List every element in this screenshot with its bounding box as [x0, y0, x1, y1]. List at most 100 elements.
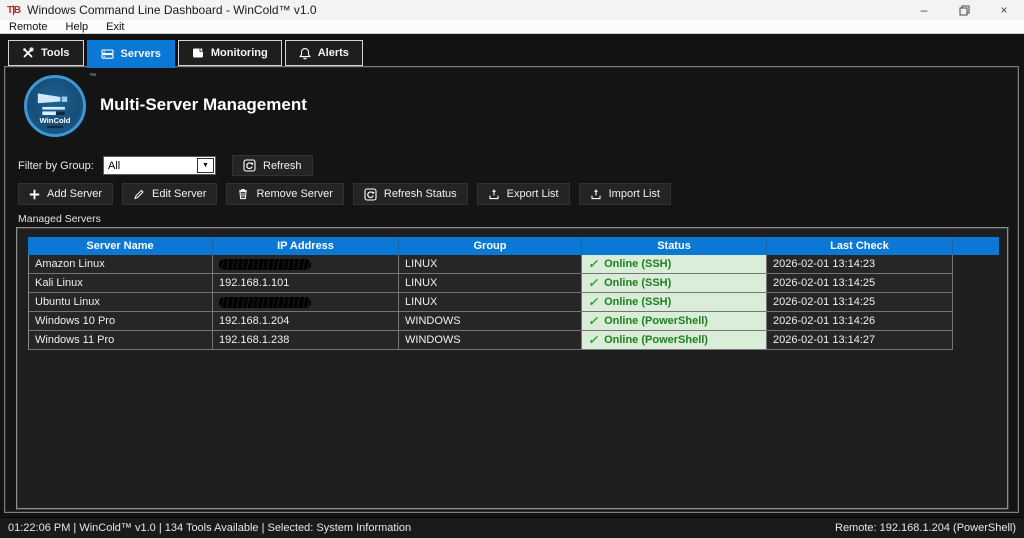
title-bar: T|B Windows Command Line Dashboard - Win… — [0, 0, 1024, 20]
monitoring-icon — [192, 47, 204, 59]
window-title: Windows Command Line Dashboard - WinCold… — [27, 3, 316, 17]
menu-help[interactable]: Help — [57, 20, 98, 34]
menu-bar: Remote Help Exit — [0, 20, 1024, 34]
tab-alerts[interactable]: Alerts — [285, 40, 363, 66]
export-list-button[interactable]: Export List — [477, 183, 570, 205]
alerts-icon — [299, 47, 311, 60]
button-label: Import List — [609, 188, 660, 200]
close-button[interactable]: × — [984, 0, 1024, 20]
app-icon: T|B — [7, 5, 20, 16]
chevron-down-icon[interactable]: ▼ — [197, 158, 214, 173]
col-ip-address[interactable]: IP Address — [213, 237, 399, 255]
check-icon: ✓ — [588, 314, 598, 328]
tab-tools[interactable]: Tools — [8, 40, 84, 66]
cell-server-name: Windows 11 Pro — [28, 331, 213, 350]
refresh-button[interactable]: Refresh — [232, 155, 313, 176]
cell-server-name: Kali Linux — [28, 274, 213, 293]
cell-group: LINUX — [399, 274, 582, 293]
tab-servers[interactable]: Servers — [87, 40, 175, 68]
managed-servers-groupbox: Server Name IP Address Group Status Last… — [16, 227, 1009, 510]
button-label: Refresh Status — [384, 188, 457, 200]
status-text: Online (SSH) — [604, 277, 671, 289]
managed-servers-label: Managed Servers — [18, 213, 101, 225]
status-text: Online (PowerShell) — [604, 315, 708, 327]
cell-last-check: 2026-02-01 13:14:27 — [767, 331, 953, 350]
status-bar: 01:22:06 PM | WinCold™ v1.0 | 134 Tools … — [0, 517, 1024, 538]
cell-filler — [953, 255, 999, 274]
remove-server-button[interactable]: Remove Server — [226, 183, 343, 205]
page-title: Multi-Server Management — [100, 95, 307, 115]
cell-last-check: 2026-02-01 13:14:26 — [767, 312, 953, 331]
menu-remote[interactable]: Remote — [0, 20, 57, 34]
import-list-button[interactable]: Import List — [579, 183, 671, 205]
trash-icon — [237, 188, 249, 200]
table-row[interactable]: Windows 11 Pro 192.168.1.238 WINDOWS ✓ O… — [28, 331, 999, 350]
server-toolbar: Add Server Edit Server Remove Server Ref… — [18, 183, 671, 205]
refresh-icon — [364, 188, 377, 201]
table-body: Amazon Linux LINUX ✓ Online (SSH) 2026-0… — [28, 255, 999, 350]
status-left: 01:22:06 PM | WinCold™ v1.0 | 134 Tools … — [8, 522, 411, 534]
servers-icon — [101, 48, 114, 60]
cell-group: LINUX — [399, 293, 582, 312]
table-row[interactable]: Ubuntu Linux LINUX ✓ Online (SSH) 2026-0… — [28, 293, 999, 312]
col-server-name[interactable]: Server Name — [28, 237, 213, 255]
cell-status: ✓ Online (PowerShell) — [582, 331, 767, 350]
edit-server-button[interactable]: Edit Server — [122, 183, 217, 205]
cell-ip-address: 192.168.1.101 — [213, 274, 399, 293]
cell-filler — [953, 293, 999, 312]
table-row[interactable]: Amazon Linux LINUX ✓ Online (SSH) 2026-0… — [28, 255, 999, 274]
menu-exit[interactable]: Exit — [97, 20, 133, 34]
check-icon: ✓ — [588, 295, 598, 309]
cell-status: ✓ Online (PowerShell) — [582, 312, 767, 331]
cell-status: ✓ Online (SSH) — [582, 255, 767, 274]
tools-icon — [22, 47, 34, 59]
filter-group-label: Filter by Group: — [18, 157, 94, 176]
col-last-check[interactable]: Last Check — [767, 237, 953, 255]
cell-status: ✓ Online (SSH) — [582, 274, 767, 293]
export-icon — [488, 188, 500, 200]
col-filler — [953, 237, 999, 255]
cell-server-name: Amazon Linux — [28, 255, 213, 274]
cell-group: LINUX — [399, 255, 582, 274]
group-filter-dropdown[interactable]: All ▼ — [103, 156, 216, 175]
cell-ip-address — [213, 293, 399, 312]
wincold-logo: WinCold — [24, 75, 86, 137]
button-label: Remove Server — [256, 188, 332, 200]
button-label: Add Server — [47, 188, 102, 200]
refresh-icon — [243, 159, 256, 172]
tab-label: Monitoring — [211, 47, 268, 59]
group-filter-value: All — [104, 160, 197, 172]
check-icon: ✓ — [588, 333, 598, 347]
button-label: Edit Server — [152, 188, 206, 200]
cell-group: WINDOWS — [399, 331, 582, 350]
plus-icon — [29, 189, 40, 200]
trademark-symbol: ™ — [89, 73, 96, 80]
col-group[interactable]: Group — [399, 237, 582, 255]
tab-strip: Tools Servers Monitoring Alerts — [8, 40, 363, 68]
status-text: Online (SSH) — [604, 258, 671, 270]
check-icon: ✓ — [588, 257, 598, 271]
cell-last-check: 2026-02-01 13:14:25 — [767, 274, 953, 293]
tab-monitoring[interactable]: Monitoring — [178, 40, 282, 66]
table-row[interactable]: Windows 10 Pro 192.168.1.204 WINDOWS ✓ O… — [28, 312, 999, 331]
restore-icon — [959, 5, 970, 16]
app-area: Tools Servers Monitoring Alerts — [0, 35, 1024, 517]
table-row[interactable]: Kali Linux 192.168.1.101 LINUX ✓ Online … — [28, 274, 999, 293]
cell-last-check: 2026-02-01 13:14:25 — [767, 293, 953, 312]
col-status[interactable]: Status — [582, 237, 767, 255]
restore-button[interactable] — [944, 0, 984, 20]
cell-ip-address: 192.168.1.238 — [213, 331, 399, 350]
tab-label: Servers — [121, 48, 161, 60]
minimize-button[interactable]: – — [904, 0, 944, 20]
status-right: Remote: 192.168.1.204 (PowerShell) — [835, 522, 1016, 534]
cell-filler — [953, 312, 999, 331]
cell-server-name: Ubuntu Linux — [28, 293, 213, 312]
cell-last-check: 2026-02-01 13:14:23 — [767, 255, 953, 274]
cell-ip-address: 192.168.1.204 — [213, 312, 399, 331]
refresh-status-button[interactable]: Refresh Status — [353, 183, 468, 205]
cell-group: WINDOWS — [399, 312, 582, 331]
cell-filler — [953, 331, 999, 350]
redacted-ip — [219, 259, 311, 270]
add-server-button[interactable]: Add Server — [18, 183, 113, 205]
cell-server-name: Windows 10 Pro — [28, 312, 213, 331]
